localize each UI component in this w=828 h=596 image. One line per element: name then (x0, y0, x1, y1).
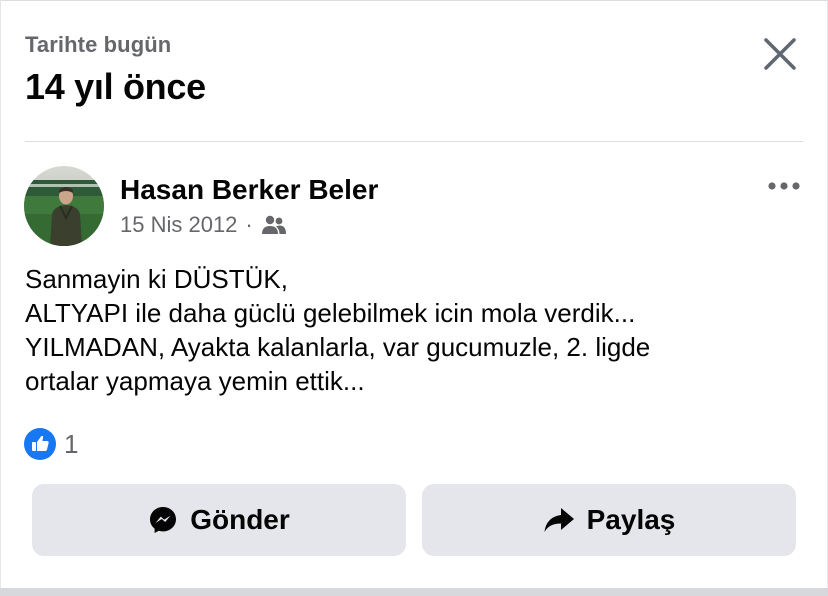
post-text-line: ortalar yapmaya yemin ettik... (25, 366, 365, 396)
close-icon (764, 38, 796, 70)
section-label: Tarihte bugün (25, 32, 172, 57)
avatar-photo (24, 166, 104, 246)
memory-header: Tarihte bugün 14 yıl önce (25, 32, 206, 108)
post-date[interactable]: 15 Nis 2012 (120, 212, 237, 238)
friends-icon[interactable] (261, 215, 287, 235)
post-text: Sanmayin ki DÜSTÜK, ALTYAPI ile daha güc… (25, 262, 805, 398)
more-options-button[interactable] (764, 172, 804, 200)
years-ago-title: 14 yıl önce (25, 66, 206, 107)
card-edge-left (0, 0, 1, 588)
send-label: Gönder (190, 504, 290, 535)
author-name[interactable]: Hasan Berker Beler (120, 174, 378, 206)
more-icon (768, 182, 800, 190)
author-avatar[interactable] (24, 166, 104, 246)
send-button[interactable]: Gönder (32, 484, 406, 556)
meta-separator: · (245, 212, 253, 237)
header-divider (25, 141, 803, 142)
top-border (0, 0, 828, 1)
share-label: Paylaş (586, 504, 676, 535)
post-text-line: YILMADAN, Ayakta kalanlarla, var gucumuz… (25, 332, 651, 362)
share-icon (544, 508, 574, 532)
reactions-summary[interactable]: 1 (24, 428, 78, 460)
share-button[interactable]: Paylaş (422, 484, 796, 556)
like-count: 1 (64, 428, 79, 459)
post-text-line: ALTYAPI ile daha güclü gelebilmek icin m… (25, 298, 636, 328)
like-reaction-icon (24, 428, 56, 460)
post-text-line: Sanmayin ki DÜSTÜK, (25, 264, 288, 294)
messenger-icon (150, 507, 177, 533)
bottom-separator (0, 588, 828, 596)
post-meta: 15 Nis 2012 · (120, 212, 287, 238)
close-button[interactable] (760, 34, 800, 74)
